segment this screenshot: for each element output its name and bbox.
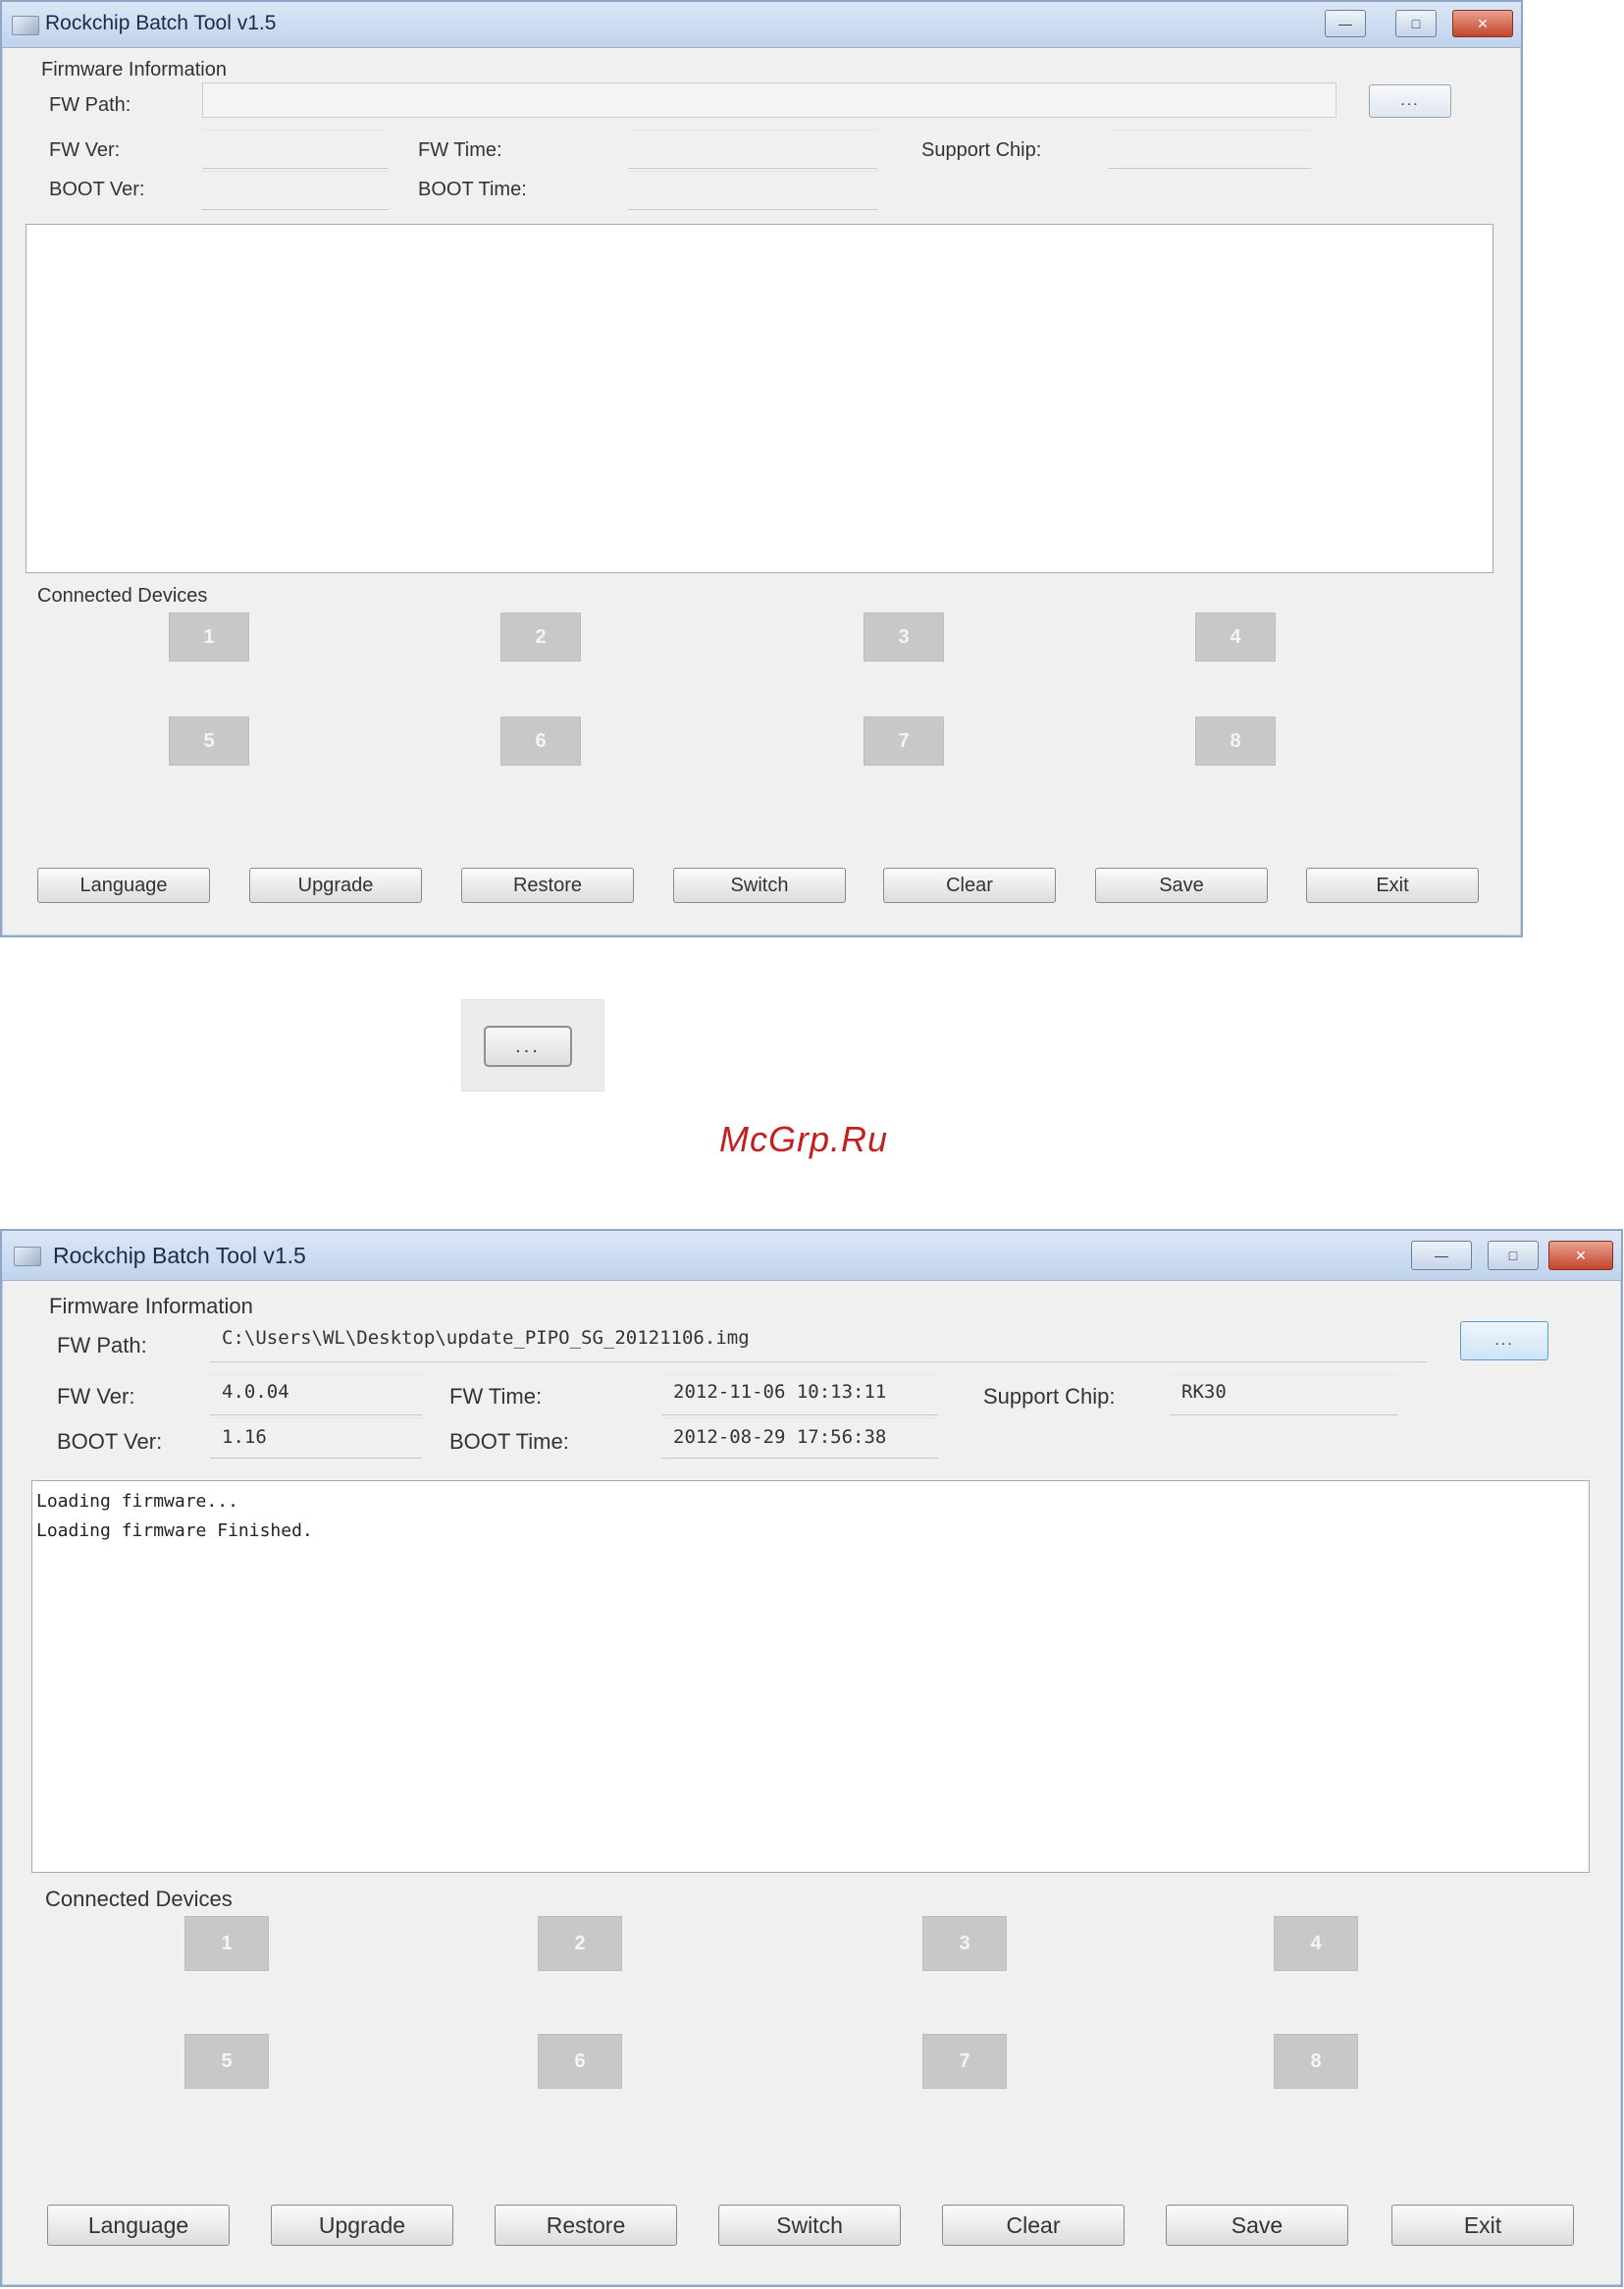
fw-path-label: FW Path: <box>57 1333 147 1357</box>
device-slot-7[interactable]: 7 <box>864 717 944 766</box>
device-slot-1[interactable]: 1 <box>169 612 249 662</box>
save-button[interactable]: Save <box>1166 2205 1348 2246</box>
exit-button[interactable]: Exit <box>1306 868 1479 903</box>
browse-button[interactable]: ... <box>1369 84 1451 118</box>
boot-time-label: BOOT Time: <box>449 1429 569 1454</box>
device-slot-8[interactable]: 8 <box>1195 717 1276 766</box>
title-bar[interactable]: Rockchip Batch Tool v1.5 — □ ✕ <box>2 2 1521 48</box>
browse-ellipsis-zoomed: ... <box>515 1035 541 1057</box>
browse-ellipsis: ... <box>1400 92 1420 109</box>
device-slot-3[interactable]: 3 <box>922 1916 1007 1971</box>
fw-ver-label: FW Ver: <box>57 1384 135 1409</box>
close-icon: ✕ <box>1575 1247 1587 1263</box>
device-slot-8[interactable]: 8 <box>1274 2034 1358 2089</box>
boot-time-field: 2012-08-29 17:56:38 <box>661 1417 938 1459</box>
browse-button-zoomed[interactable]: ... <box>484 1026 572 1067</box>
firmware-information-label: Firmware Information <box>49 1294 253 1318</box>
fw-path-field[interactable]: C:\Users\WL\Desktop\update_PIPO_SG_20121… <box>210 1321 1427 1362</box>
maximize-icon: □ <box>1508 1248 1518 1263</box>
maximize-button[interactable]: □ <box>1395 10 1437 37</box>
fw-ver-field <box>202 130 389 169</box>
close-icon: ✕ <box>1477 15 1489 31</box>
app-icon <box>12 16 39 35</box>
device-slot-3[interactable]: 3 <box>864 612 944 662</box>
minimize-button[interactable]: — <box>1325 10 1366 37</box>
fw-ver-field: 4.0.04 <box>210 1374 422 1415</box>
close-button[interactable]: ✕ <box>1548 1241 1613 1270</box>
fw-time-field <box>628 130 877 169</box>
connected-devices-label: Connected Devices <box>45 1887 233 1911</box>
device-slot-6[interactable]: 6 <box>500 717 581 766</box>
device-slot-6[interactable]: 6 <box>538 2034 622 2089</box>
fw-time-label: FW Time: <box>449 1384 543 1409</box>
device-slot-2[interactable]: 2 <box>500 612 581 662</box>
window-title: Rockchip Batch Tool v1.5 <box>45 12 277 34</box>
log-line: Loading firmware... <box>36 1491 238 1512</box>
watermark: McGrp.Ru <box>719 1119 889 1159</box>
maximize-button[interactable]: □ <box>1488 1241 1539 1270</box>
batch-tool-window-loaded: Rockchip Batch Tool v1.5 — □ ✕ Firmware … <box>0 1229 1623 2287</box>
language-button[interactable]: Language <box>37 868 210 903</box>
fw-time-label: FW Time: <box>418 139 502 161</box>
app-icon <box>14 1247 41 1266</box>
device-slot-7[interactable]: 7 <box>922 2034 1007 2089</box>
device-slot-5[interactable]: 5 <box>184 2034 269 2089</box>
device-slot-2[interactable]: 2 <box>538 1916 622 1971</box>
close-button[interactable]: ✕ <box>1452 10 1513 37</box>
switch-button[interactable]: Switch <box>673 868 846 903</box>
device-slot-4[interactable]: 4 <box>1274 1916 1358 1971</box>
batch-tool-window-empty: Rockchip Batch Tool v1.5 — □ ✕ Firmware … <box>0 0 1523 937</box>
support-chip-field: RK30 <box>1170 1374 1397 1415</box>
fw-ver-label: FW Ver: <box>49 139 121 161</box>
minimize-icon: — <box>1338 16 1352 31</box>
window-title: Rockchip Batch Tool v1.5 <box>53 1243 306 1268</box>
boot-time-field <box>628 171 877 210</box>
minimize-button[interactable]: — <box>1411 1241 1472 1270</box>
boot-ver-field <box>202 171 389 210</box>
firmware-information-label: Firmware Information <box>41 59 227 80</box>
device-slot-4[interactable]: 4 <box>1195 612 1276 662</box>
upgrade-button[interactable]: Upgrade <box>249 868 422 903</box>
browse-button-closeup: ... <box>461 999 604 1091</box>
boot-ver-label: BOOT Ver: <box>57 1429 163 1454</box>
restore-button[interactable]: Restore <box>495 2205 677 2246</box>
boot-ver-label: BOOT Ver: <box>49 179 145 200</box>
upgrade-button[interactable]: Upgrade <box>271 2205 453 2246</box>
log-line: Loading firmware Finished. <box>36 1520 313 1541</box>
support-chip-label: Support Chip: <box>983 1384 1116 1409</box>
browse-ellipsis: ... <box>1494 1332 1514 1349</box>
device-slot-1[interactable]: 1 <box>184 1916 269 1971</box>
fw-path-label: FW Path: <box>49 94 131 116</box>
log-output[interactable] <box>26 224 1493 573</box>
maximize-icon: □ <box>1411 16 1421 31</box>
minimize-icon: — <box>1435 1248 1448 1263</box>
connected-devices-label: Connected Devices <box>37 585 208 607</box>
fw-path-field[interactable] <box>202 82 1336 118</box>
exit-button[interactable]: Exit <box>1391 2205 1574 2246</box>
device-slot-5[interactable]: 5 <box>169 717 249 766</box>
save-button[interactable]: Save <box>1095 868 1268 903</box>
boot-time-label: BOOT Time: <box>418 179 527 200</box>
support-chip-label: Support Chip: <box>921 139 1042 161</box>
fw-time-field: 2012-11-06 10:13:11 <box>661 1374 938 1415</box>
log-output[interactable]: Loading firmware... Loading firmware Fin… <box>31 1480 1590 1873</box>
restore-button[interactable]: Restore <box>461 868 634 903</box>
switch-button[interactable]: Switch <box>718 2205 901 2246</box>
clear-button[interactable]: Clear <box>883 868 1056 903</box>
language-button[interactable]: Language <box>47 2205 230 2246</box>
boot-ver-field: 1.16 <box>210 1417 422 1459</box>
clear-button[interactable]: Clear <box>942 2205 1125 2246</box>
title-bar[interactable]: Rockchip Batch Tool v1.5 — □ ✕ <box>2 1231 1621 1281</box>
browse-button[interactable]: ... <box>1460 1321 1548 1360</box>
support-chip-field <box>1109 130 1311 169</box>
